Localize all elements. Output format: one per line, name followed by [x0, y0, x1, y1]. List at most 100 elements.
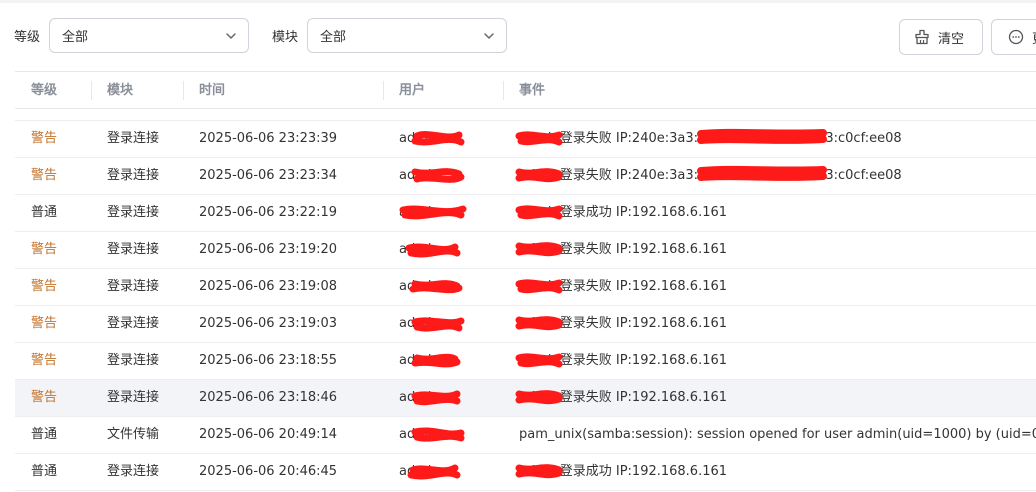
row-user: admin — [399, 343, 479, 379]
column-divider — [91, 81, 92, 100]
row-time: 2025-06-06 23:19:03 — [199, 316, 338, 331]
level-filter-label: 等级 — [14, 30, 41, 45]
module-select[interactable]: 全部 — [307, 18, 507, 53]
more-button[interactable]: 更 — [991, 19, 1036, 55]
row-level: 普通 — [31, 205, 58, 220]
table-row[interactable]: 普通 登录连接 2025-06-06 23:22:19 admin admin登录成功 … — [15, 195, 1036, 232]
column-header-user[interactable]: 用户 — [399, 72, 425, 109]
chevron-down-icon — [482, 29, 496, 43]
row-time: 2025-06-06 23:23:39 — [199, 131, 338, 146]
row-level: 警告 — [31, 353, 58, 368]
event-text: pam_unix(samba:session): session opened … — [519, 427, 1036, 442]
table-row[interactable]: 警告 登录连接 2025-06-06 23:18:55 admin admin登录失败 … — [15, 343, 1036, 380]
row-time: 2025-06-06 23:18:46 — [199, 390, 338, 405]
row-module: 登录连接 — [107, 316, 160, 331]
redaction-mark — [515, 316, 563, 331]
row-time: 2025-06-06 23:22:19 — [199, 205, 338, 220]
row-module: 文件传输 — [107, 427, 160, 442]
column-header-event[interactable]: 事件 — [519, 72, 545, 109]
column-divider — [383, 81, 384, 100]
redaction-mark — [515, 168, 563, 183]
column-divider — [503, 81, 504, 100]
row-level: 警告 — [31, 131, 58, 146]
row-level: 警告 — [31, 390, 58, 405]
row-level: 警告 — [31, 168, 58, 183]
redaction-mark — [515, 279, 563, 294]
redaction-mark — [399, 205, 467, 220]
row-time: 2025-06-06 23:19:08 — [199, 279, 338, 294]
level-select[interactable]: 全部 — [49, 18, 249, 53]
row-time: 2025-06-06 23:18:55 — [199, 353, 338, 368]
redaction-mark — [411, 131, 465, 146]
table-header-divider — [15, 108, 1036, 109]
column-header-module[interactable]: 模块 — [107, 72, 133, 109]
row-time: 2025-06-06 20:46:45 — [199, 464, 338, 479]
module-select-value: 全部 — [320, 30, 347, 45]
row-time: 2025-06-06 23:23:34 — [199, 168, 338, 183]
row-level: 普通 — [31, 464, 58, 479]
redaction-mark — [515, 205, 563, 220]
row-time: 2025-06-06 20:49:14 — [199, 427, 338, 442]
module-filter-label: 模块 — [272, 30, 299, 45]
event-text: 登录失败 IP:192.168.6.161 — [559, 279, 728, 294]
table-row[interactable]: 警告 登录连接 2025-06-06 23:23:34 admin admin登录失败 … — [15, 158, 1036, 195]
redaction-mark — [411, 353, 461, 368]
table-row[interactable]: 警告 登录连接 2025-06-06 23:19:03 admin admin登录失败 … — [15, 306, 1036, 343]
row-user: admin — [399, 158, 479, 194]
row-user: admin — [399, 380, 479, 416]
table-body: 警告 登录连接 2025-06-06 23:23:39 admin admin登录失败 … — [15, 121, 1036, 491]
table-row[interactable]: 普通 登录连接 2025-06-06 20:46:45 admin admin登录成功 … — [15, 454, 1036, 491]
row-level: 警告 — [31, 279, 58, 294]
table-row[interactable]: 警告 登录连接 2025-06-06 23:19:08 admin admin登录失败 … — [15, 269, 1036, 306]
row-user: admin — [399, 269, 479, 305]
row-module: 登录连接 — [107, 279, 160, 294]
table-row[interactable]: 警告 登录连接 2025-06-06 23:23:39 admin admin登录失败 … — [15, 121, 1036, 158]
event-text: 登录失败 IP:192.168.6.161 — [559, 390, 728, 405]
redaction-mark — [697, 128, 827, 144]
row-user: admin — [399, 121, 479, 157]
column-header-level[interactable]: 等级 — [31, 72, 57, 109]
row-level: 警告 — [31, 316, 58, 331]
redaction-mark — [515, 353, 563, 368]
chevron-down-icon — [224, 29, 238, 43]
table-header: 等级 模块 时间 用户 事件 — [15, 72, 1036, 109]
redaction-mark — [515, 242, 563, 257]
more-button-label: 更 — [1032, 28, 1036, 47]
redaction-mark — [515, 131, 563, 146]
table-row[interactable]: 警告 登录连接 2025-06-06 23:18:46 admin admin登录失败 … — [15, 380, 1036, 417]
redaction-mark — [411, 317, 465, 332]
row-module: 登录连接 — [107, 353, 160, 368]
column-header-time[interactable]: 时间 — [199, 72, 225, 109]
redaction-mark — [411, 427, 465, 442]
redaction-mark — [405, 243, 461, 258]
row-module: 登录连接 — [107, 131, 160, 146]
redaction-mark — [515, 464, 563, 479]
event-text: 登录失败 IP:192.168.6.161 — [559, 242, 728, 257]
row-user: admin — [399, 454, 479, 490]
redaction-mark — [697, 165, 827, 181]
clear-button[interactable]: 清空 — [899, 19, 983, 55]
table-row[interactable]: 普通 文件传输 2025-06-06 20:49:14 admin pam_unix(s… — [15, 417, 1036, 454]
table-row[interactable]: 警告 登录连接 2025-06-06 23:19:20 admin admin登录失败 … — [15, 232, 1036, 269]
event-text: 登录失败 IP:192.168.6.161 — [559, 353, 728, 368]
row-user: admin — [399, 417, 479, 453]
row-module: 登录连接 — [107, 168, 160, 183]
event-text: 登录成功 IP:192.168.6.161 — [559, 205, 728, 220]
row-user: admin — [399, 306, 479, 342]
row-module: 登录连接 — [107, 390, 160, 405]
event-text: 登录成功 IP:192.168.6.161 — [559, 464, 728, 479]
row-module: 登录连接 — [107, 242, 160, 257]
event-text: 登录失败 IP:192.168.6.161 — [559, 316, 728, 331]
row-level: 警告 — [31, 242, 58, 257]
row-level: 普通 — [31, 427, 58, 442]
row-module: 登录连接 — [107, 205, 160, 220]
top-divider — [0, 0, 1036, 3]
row-event: pam_unix(samba:session): session opened … — [519, 417, 1036, 453]
row-user: admin — [399, 232, 479, 268]
clear-button-label: 清空 — [938, 31, 965, 47]
level-select-value: 全部 — [62, 30, 89, 45]
row-module: 登录连接 — [107, 464, 160, 479]
row-user: admin — [399, 195, 479, 231]
redaction-mark — [411, 168, 465, 183]
row-time: 2025-06-06 23:19:20 — [199, 242, 338, 257]
